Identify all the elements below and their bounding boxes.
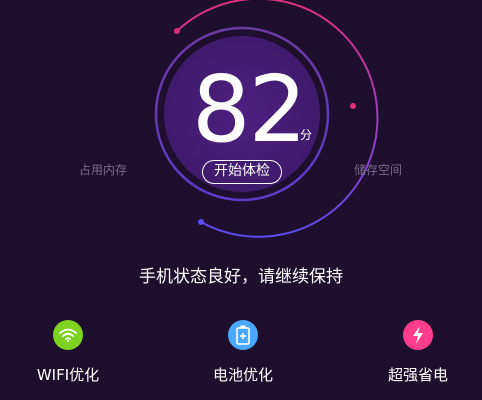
- status-message: 手机状态良好，请继续保持: [139, 267, 343, 287]
- power-saving-label: 超强省电: [387, 366, 448, 384]
- outer-arc-dot-right: [350, 103, 356, 109]
- screen: 82 分 开始体检 占用内存 储存空间 手机状态良好，请继续保持 WIFI优化 …: [0, 0, 482, 400]
- outer-arc-dot-bottom: [198, 219, 204, 225]
- lightning-icon: [403, 320, 433, 350]
- wifi-optimize-label: WIFI优化: [36, 366, 100, 384]
- wifi-optimize-button[interactable]: WIFI优化: [8, 320, 128, 390]
- score-value: 82: [192, 56, 307, 163]
- wifi-icon: [53, 320, 83, 350]
- outer-arc-dot-top: [174, 28, 180, 34]
- battery-optimize-label: 电池优化: [212, 366, 273, 384]
- power-saving-button[interactable]: 超强省电: [358, 320, 478, 390]
- memory-usage-label: 占用内存: [79, 163, 128, 177]
- battery-icon: [228, 320, 258, 350]
- storage-space-label: 储存空间: [354, 163, 403, 177]
- battery-optimize-button[interactable]: 电池优化: [183, 320, 303, 390]
- score-display: 82: [192, 56, 307, 163]
- start-checkup-button[interactable]: 开始体检: [202, 160, 282, 184]
- score-unit: 分: [300, 128, 313, 142]
